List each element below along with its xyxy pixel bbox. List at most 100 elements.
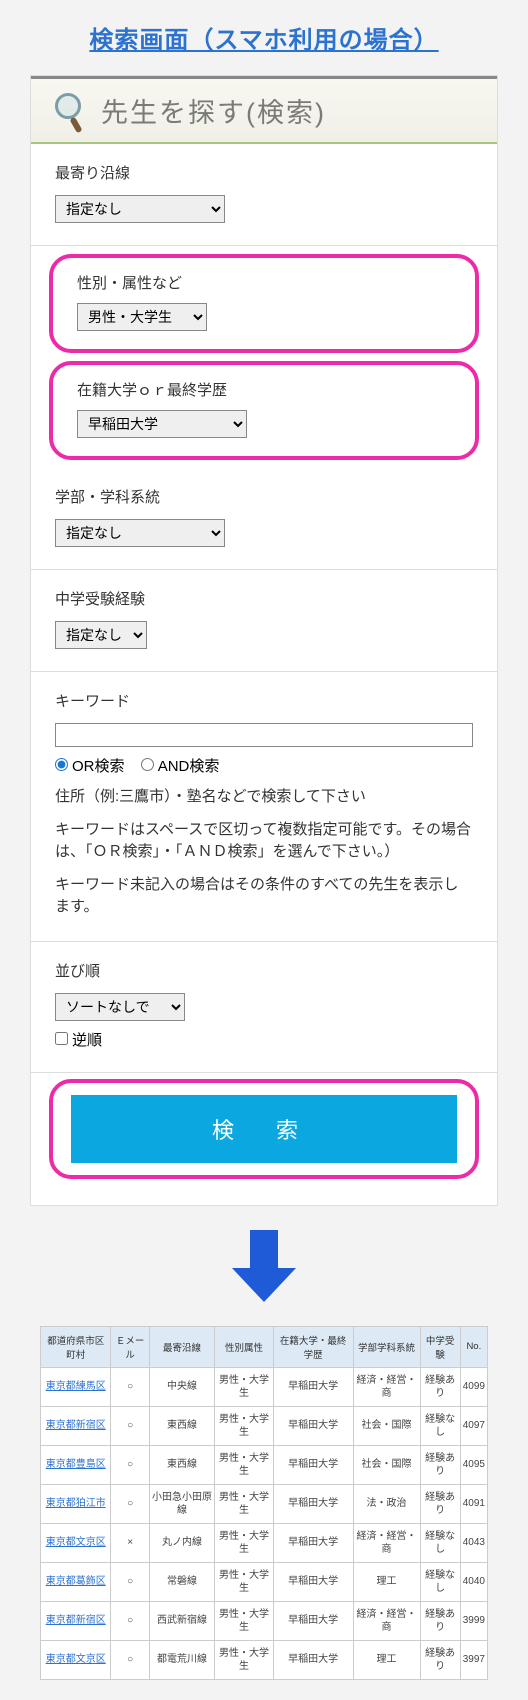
label-sort: 並び順 [55, 960, 473, 981]
table-cell: ○ [111, 1562, 149, 1601]
table-cell: 男性・大学生 [215, 1367, 274, 1406]
city-link[interactable]: 東京都練馬区 [41, 1367, 111, 1406]
city-link[interactable]: 東京都新宿区 [41, 1406, 111, 1445]
table-cell: 常磐線 [149, 1562, 214, 1601]
table-cell: ○ [111, 1484, 149, 1523]
table-cell: 男性・大学生 [215, 1523, 274, 1562]
select-university[interactable]: 早稲田大学 [77, 410, 247, 438]
table-cell: 経済・経営・商 [353, 1601, 420, 1640]
section-university: 在籍大学ｏｒ最終学歴 早稲田大学 [49, 361, 479, 460]
table-cell: 理工 [353, 1640, 420, 1679]
select-gender-attr[interactable]: 男性・大学生 [77, 303, 207, 331]
table-row: 東京都新宿区○西武新宿線男性・大学生早稲田大学経済・経営・商経験あり3999 [41, 1601, 488, 1640]
label-university: 在籍大学ｏｒ最終学歴 [77, 379, 451, 400]
keyword-input[interactable] [55, 723, 473, 747]
label-jhs-exam: 中学受験経験 [55, 588, 473, 609]
table-cell: 4043 [460, 1523, 487, 1562]
label-gender-attr: 性別・属性など [77, 272, 451, 293]
table-cell: 経験なし [420, 1406, 460, 1445]
city-link[interactable]: 東京都葛飾区 [41, 1562, 111, 1601]
table-row: 東京都文京区○都電荒川線男性・大学生早稲田大学理工経験あり3997 [41, 1640, 488, 1679]
table-cell: 理工 [353, 1562, 420, 1601]
table-cell: 西武新宿線 [149, 1601, 214, 1640]
table-cell: ○ [111, 1601, 149, 1640]
table-cell: × [111, 1523, 149, 1562]
page-title: 検索画面（スマホ利用の場合） [0, 20, 528, 55]
select-jhs-exam[interactable]: 指定なし [55, 621, 147, 649]
city-link[interactable]: 東京都新宿区 [41, 1601, 111, 1640]
label-faculty: 学部・学科系統 [55, 486, 473, 507]
table-cell: 早稲田大学 [273, 1484, 353, 1523]
table-row: 東京都新宿区○東西線男性・大学生早稲田大学社会・国際経験なし4097 [41, 1406, 488, 1445]
table-header: 性別属性 [215, 1326, 274, 1367]
table-cell: 4099 [460, 1367, 487, 1406]
search-button[interactable]: 検 索 [71, 1095, 457, 1163]
search-form: 先生を探す(検索) 最寄り沿線 指定なし 性別・属性など 男性・大学生 在籍大学… [30, 75, 498, 1206]
section-sort: 並び順 ソートなしで 逆順 [31, 942, 497, 1073]
section-gender-attr: 性別・属性など 男性・大学生 [49, 254, 479, 353]
table-header: No. [460, 1326, 487, 1367]
table-cell: 4091 [460, 1484, 487, 1523]
table-cell: 男性・大学生 [215, 1562, 274, 1601]
table-cell: 小田急小田原線 [149, 1484, 214, 1523]
checkbox-reverse[interactable]: 逆順 [55, 1032, 102, 1049]
radio-and-search[interactable]: AND検索 [141, 758, 220, 775]
table-cell: 男性・大学生 [215, 1445, 274, 1484]
results-table: 都道府県市区町村Ｅメール最寄沿線性別属性在籍大学・最終学歴学部学科系統中学受験N… [40, 1326, 488, 1680]
magnifier-icon [51, 93, 87, 129]
keyword-help-1: 住所（例:三鷹市）・塾名などで検索して下さい [55, 786, 473, 809]
table-row: 東京都狛江市○小田急小田原線男性・大学生早稲田大学法・政治経験あり4091 [41, 1484, 488, 1523]
keyword-help-3: キーワード未記入の場合はその条件のすべての先生を表示します。 [55, 874, 473, 919]
table-cell: 早稲田大学 [273, 1367, 353, 1406]
radio-or-search[interactable]: OR検索 [55, 758, 125, 775]
table-cell: ○ [111, 1445, 149, 1484]
section-faculty: 学部・学科系統 指定なし [31, 468, 497, 570]
table-cell: 男性・大学生 [215, 1601, 274, 1640]
table-header: 在籍大学・最終学歴 [273, 1326, 353, 1367]
search-header: 先生を探す(検索) [31, 76, 497, 144]
table-cell: 男性・大学生 [215, 1484, 274, 1523]
table-cell: 早稲田大学 [273, 1523, 353, 1562]
select-sort[interactable]: ソートなしで [55, 993, 185, 1021]
section-keyword: キーワード OR検索 AND検索 住所（例:三鷹市）・塾名などで検索して下さい … [31, 672, 497, 942]
table-cell: 法・政治 [353, 1484, 420, 1523]
table-cell: 経済・経営・商 [353, 1367, 420, 1406]
table-header: Ｅメール [111, 1326, 149, 1367]
table-cell: 3997 [460, 1640, 487, 1679]
table-cell: 早稲田大学 [273, 1406, 353, 1445]
section-jhs-exam: 中学受験経験 指定なし [31, 570, 497, 672]
city-link[interactable]: 東京都狛江市 [41, 1484, 111, 1523]
table-cell: 社会・国際 [353, 1406, 420, 1445]
table-row: 東京都豊島区○東西線男性・大学生早稲田大学社会・国際経験あり4095 [41, 1445, 488, 1484]
table-row: 東京都文京区×丸ノ内線男性・大学生早稲田大学経済・経営・商経験なし4043 [41, 1523, 488, 1562]
table-cell: 東西線 [149, 1445, 214, 1484]
city-link[interactable]: 東京都文京区 [41, 1640, 111, 1679]
table-cell: 経験なし [420, 1523, 460, 1562]
table-header: 都道府県市区町村 [41, 1326, 111, 1367]
table-cell: 社会・国際 [353, 1445, 420, 1484]
table-cell: 都電荒川線 [149, 1640, 214, 1679]
table-cell: 4040 [460, 1562, 487, 1601]
table-cell: 経験あり [420, 1445, 460, 1484]
table-cell: 経験あり [420, 1601, 460, 1640]
table-header: 中学受験 [420, 1326, 460, 1367]
table-header: 最寄沿線 [149, 1326, 214, 1367]
table-cell: 男性・大学生 [215, 1640, 274, 1679]
table-cell: 経済・経営・商 [353, 1523, 420, 1562]
city-link[interactable]: 東京都文京区 [41, 1523, 111, 1562]
table-cell: 中央線 [149, 1367, 214, 1406]
label-keyword: キーワード [55, 690, 473, 711]
select-faculty[interactable]: 指定なし [55, 519, 225, 547]
table-row: 東京都葛飾区○常磐線男性・大学生早稲田大学理工経験なし4040 [41, 1562, 488, 1601]
table-cell: 4097 [460, 1406, 487, 1445]
keyword-help-2: キーワードはスペースで区切って複数指定可能です。その場合は、「ＯＲ検索」・「ＡＮ… [55, 819, 473, 864]
table-cell: 経験あり [420, 1640, 460, 1679]
city-link[interactable]: 東京都豊島区 [41, 1445, 111, 1484]
table-cell: ○ [111, 1406, 149, 1445]
table-cell: 早稲田大学 [273, 1445, 353, 1484]
table-cell: 東西線 [149, 1406, 214, 1445]
table-cell: 経験あり [420, 1367, 460, 1406]
table-cell: ○ [111, 1367, 149, 1406]
table-cell: 4095 [460, 1445, 487, 1484]
select-nearest-line[interactable]: 指定なし [55, 195, 225, 223]
